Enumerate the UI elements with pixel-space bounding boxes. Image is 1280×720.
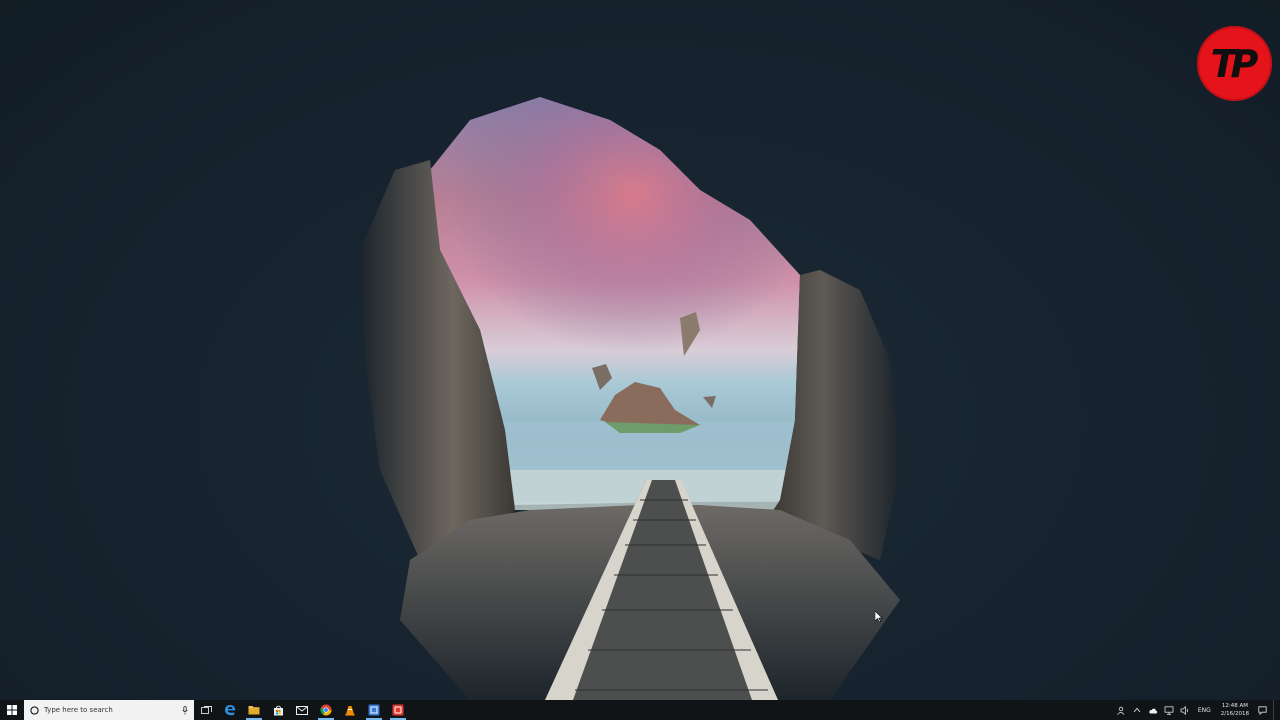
chrome-button[interactable] bbox=[314, 700, 338, 720]
show-desktop-button[interactable] bbox=[1273, 700, 1280, 720]
recorder-icon bbox=[392, 704, 404, 716]
chevron-up-icon bbox=[1133, 707, 1141, 713]
input-language-indicator[interactable]: ENG bbox=[1193, 707, 1216, 714]
desktop-wallpaper bbox=[0, 0, 1280, 700]
file-explorer-icon bbox=[248, 706, 260, 715]
tunnel-illustration bbox=[360, 97, 900, 700]
vlc-button[interactable] bbox=[338, 700, 362, 720]
mail-icon bbox=[296, 705, 308, 715]
search-box[interactable]: Type here to search bbox=[24, 700, 194, 720]
notification-icon bbox=[1257, 705, 1267, 715]
app-icon bbox=[368, 704, 380, 716]
show-hidden-icons-button[interactable] bbox=[1129, 700, 1145, 720]
mail-button[interactable] bbox=[290, 700, 314, 720]
system-tray: ENG 12:48 AM 2/16/2018 bbox=[1113, 700, 1280, 720]
speaker-icon bbox=[1180, 705, 1188, 715]
chrome-icon bbox=[320, 704, 332, 716]
vlc-icon bbox=[345, 705, 355, 716]
people-button[interactable] bbox=[1113, 700, 1129, 720]
store-icon bbox=[273, 705, 283, 715]
taskbar: Type here to search ENG 12:48 AM 2/16/20… bbox=[0, 700, 1280, 720]
store-button[interactable] bbox=[266, 700, 290, 720]
channel-logo: TP bbox=[1197, 26, 1272, 101]
clock-date: 2/16/2018 bbox=[1220, 711, 1249, 717]
logo-text: TP bbox=[1210, 41, 1259, 86]
search-placeholder: Type here to search bbox=[44, 706, 113, 714]
windows-logo-icon bbox=[7, 705, 17, 715]
action-center-button[interactable] bbox=[1254, 700, 1270, 720]
onedrive-button[interactable] bbox=[1145, 700, 1161, 720]
cortana-icon bbox=[30, 705, 39, 715]
network-button[interactable] bbox=[1161, 700, 1177, 720]
cloud-icon bbox=[1149, 708, 1158, 713]
microphone-icon[interactable] bbox=[182, 705, 188, 715]
task-view-icon bbox=[200, 705, 212, 714]
clock[interactable]: 12:48 AM 2/16/2018 bbox=[1216, 702, 1254, 718]
app-button[interactable] bbox=[362, 700, 386, 720]
volume-button[interactable] bbox=[1177, 700, 1193, 720]
people-icon bbox=[1117, 706, 1125, 715]
task-view-button[interactable] bbox=[194, 700, 218, 720]
file-explorer-button[interactable] bbox=[242, 700, 266, 720]
start-button[interactable] bbox=[0, 700, 24, 720]
recorder-button[interactable] bbox=[386, 700, 410, 720]
edge-button[interactable] bbox=[218, 700, 242, 720]
edge-icon bbox=[225, 705, 236, 716]
mouse-cursor-icon bbox=[875, 611, 883, 623]
network-icon bbox=[1164, 705, 1174, 715]
clock-time: 12:48 AM bbox=[1221, 703, 1248, 709]
